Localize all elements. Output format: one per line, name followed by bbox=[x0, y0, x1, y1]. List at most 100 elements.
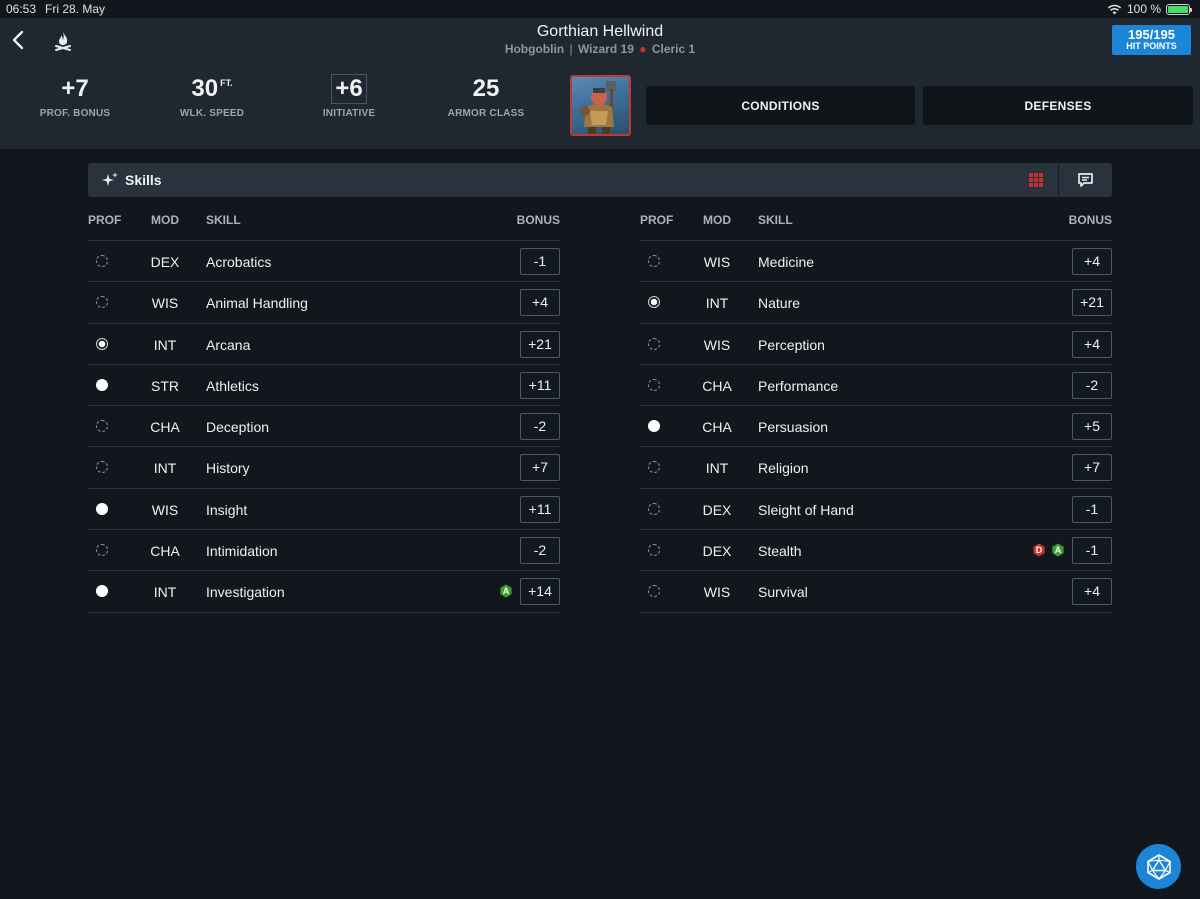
skill-name[interactable]: Athletics bbox=[206, 378, 259, 394]
skill-bonus-button[interactable]: -2 bbox=[520, 537, 560, 565]
skill-row[interactable]: WIS Insight +11 bbox=[88, 489, 560, 531]
header-divider bbox=[1058, 163, 1059, 197]
conditions-button[interactable]: CONDITIONS bbox=[646, 86, 915, 125]
skill-name[interactable]: Stealth bbox=[758, 543, 802, 559]
skill-row[interactable]: INT Religion +7 bbox=[640, 447, 1112, 489]
advantage-badge-icon: A bbox=[500, 584, 512, 598]
skill-bonus-button[interactable]: +4 bbox=[1072, 330, 1112, 358]
proficiency-bonus-label: PROF. BONUS bbox=[39, 108, 111, 119]
skill-modifier: INT bbox=[153, 460, 177, 477]
initiative-label: INITIATIVE bbox=[322, 108, 376, 119]
initiative-value-wrap[interactable]: +6 bbox=[289, 74, 409, 104]
class-separator-dot: ● bbox=[639, 42, 647, 56]
grid-icon[interactable] bbox=[1028, 172, 1044, 188]
skill-bonus-button[interactable]: +4 bbox=[1072, 578, 1112, 606]
mod-header: MOD bbox=[703, 213, 731, 227]
bonus-header: BONUS bbox=[516, 213, 560, 227]
proficiency-bonus: +7 PROF. BONUS bbox=[15, 74, 135, 119]
skill-row[interactable]: DEX Acrobatics -1 bbox=[88, 241, 560, 283]
dice-roller-button[interactable] bbox=[1136, 844, 1181, 889]
skill-name[interactable]: Survival bbox=[758, 584, 808, 600]
skill-name[interactable]: Performance bbox=[758, 378, 838, 394]
skill-bonus-button[interactable]: +4 bbox=[520, 289, 560, 317]
skill-row[interactable]: CHA Persuasion +5 bbox=[640, 406, 1112, 448]
skill-row[interactable]: INT Investigation A +14 bbox=[88, 571, 560, 613]
proficiency-indicator-icon bbox=[96, 255, 108, 267]
skill-bonus-button[interactable]: -1 bbox=[1072, 537, 1112, 565]
advantage-badge-icon: A bbox=[1052, 543, 1064, 557]
armor-class: 25 ARMOR CLASS bbox=[426, 74, 546, 119]
skill-bonus-button[interactable]: -2 bbox=[1072, 371, 1112, 399]
skill-name[interactable]: Persuasion bbox=[758, 419, 828, 435]
walking-speed-label: WLK. SPEED bbox=[179, 108, 245, 119]
skill-modifier: INT bbox=[705, 295, 729, 312]
skill-name[interactable]: Arcana bbox=[206, 337, 250, 353]
skill-row[interactable]: DEX Sleight of Hand -1 bbox=[640, 489, 1112, 531]
skill-name[interactable]: Sleight of Hand bbox=[758, 502, 854, 518]
skill-row[interactable]: INT Arcana +21 bbox=[88, 324, 560, 365]
skill-modifier: CHA bbox=[702, 377, 732, 394]
skill-bonus-button[interactable]: +5 bbox=[1072, 413, 1112, 441]
skill-row[interactable]: DEX Stealth D A -1 bbox=[640, 530, 1112, 572]
character-class-2: Cleric 1 bbox=[651, 42, 696, 56]
skill-name[interactable]: Animal Handling bbox=[206, 295, 308, 311]
skill-bonus-button[interactable]: -2 bbox=[520, 413, 560, 441]
skill-row[interactable]: WIS Animal Handling +4 bbox=[88, 282, 560, 324]
skill-bonus-button[interactable]: -1 bbox=[520, 248, 560, 275]
skill-bonus-button[interactable]: +11 bbox=[520, 371, 560, 399]
initiative-value[interactable]: +6 bbox=[331, 74, 367, 104]
character-summary: Hobgoblin | Wizard 19 ● Cleric 1 bbox=[0, 42, 1200, 56]
character-portrait bbox=[580, 81, 616, 134]
proficiency-indicator-icon bbox=[96, 461, 108, 474]
skill-modifier: WIS bbox=[703, 254, 731, 270]
proficiency-indicator-icon bbox=[648, 461, 660, 474]
skill-modifier: DEX bbox=[702, 543, 732, 560]
proficiency-indicator-icon bbox=[648, 296, 660, 309]
skill-name[interactable]: Acrobatics bbox=[206, 254, 271, 270]
skill-row[interactable]: STR Athletics +11 bbox=[88, 365, 560, 407]
skill-row[interactable]: WIS Survival +4 bbox=[640, 571, 1112, 613]
skill-modifier: INT bbox=[153, 584, 177, 601]
skill-row[interactable]: WIS Perception +4 bbox=[640, 324, 1112, 365]
defenses-button[interactable]: DEFENSES bbox=[923, 86, 1193, 125]
skill-name[interactable]: Deception bbox=[206, 419, 269, 435]
skill-bonus-button[interactable]: +21 bbox=[520, 330, 560, 358]
proficiency-indicator-icon bbox=[96, 420, 108, 433]
skill-name[interactable]: Nature bbox=[758, 295, 800, 311]
skill-name[interactable]: Perception bbox=[758, 337, 825, 353]
skill-bonus-button[interactable]: +14 bbox=[520, 578, 560, 606]
skill-bonus-button[interactable]: +7 bbox=[1072, 454, 1112, 482]
proficiency-indicator-icon bbox=[648, 544, 660, 557]
skill-row[interactable]: CHA Intimidation -2 bbox=[88, 530, 560, 572]
chat-bubble-icon[interactable] bbox=[1077, 172, 1094, 188]
proficiency-indicator-icon bbox=[96, 585, 108, 598]
skill-name[interactable]: History bbox=[206, 460, 250, 476]
wifi-icon bbox=[1107, 4, 1122, 14]
skill-bonus-button[interactable]: +4 bbox=[1072, 248, 1112, 275]
skill-row[interactable]: CHA Deception -2 bbox=[88, 406, 560, 448]
skill-row[interactable]: INT History +7 bbox=[88, 447, 560, 489]
hit-points-button[interactable]: 195/195 HIT POINTS bbox=[1112, 25, 1191, 55]
skill-row[interactable]: CHA Performance -2 bbox=[640, 365, 1112, 407]
skill-row[interactable]: WIS Medicine +4 bbox=[640, 241, 1112, 283]
skill-modifier: DEX bbox=[150, 254, 180, 270]
skill-bonus-button[interactable]: -1 bbox=[1072, 495, 1112, 523]
skill-modifier: CHA bbox=[150, 543, 180, 560]
hit-points-value: 195/195 bbox=[1128, 27, 1175, 42]
initiative[interactable]: +6 INITIATIVE bbox=[289, 74, 409, 119]
skill-name[interactable]: Investigation bbox=[206, 584, 285, 600]
mod-header: MOD bbox=[151, 213, 179, 227]
skill-modifier: WIS bbox=[703, 336, 731, 353]
skill-name[interactable]: Insight bbox=[206, 502, 247, 518]
skill-name[interactable]: Religion bbox=[758, 460, 809, 476]
character-avatar[interactable] bbox=[570, 75, 631, 136]
skill-bonus-button[interactable]: +7 bbox=[520, 454, 560, 482]
skill-name[interactable]: Intimidation bbox=[206, 543, 278, 559]
skill-name[interactable]: Medicine bbox=[758, 254, 814, 270]
skill-bonus-button[interactable]: +11 bbox=[520, 495, 560, 523]
character-header: Gorthian Hellwind Hobgoblin | Wizard 19 … bbox=[0, 18, 1200, 149]
sparkle-icon bbox=[102, 172, 118, 186]
skill-row[interactable]: INT Nature +21 bbox=[640, 282, 1112, 324]
proficiency-indicator-icon bbox=[648, 420, 660, 433]
skill-bonus-button[interactable]: +21 bbox=[1072, 289, 1112, 317]
